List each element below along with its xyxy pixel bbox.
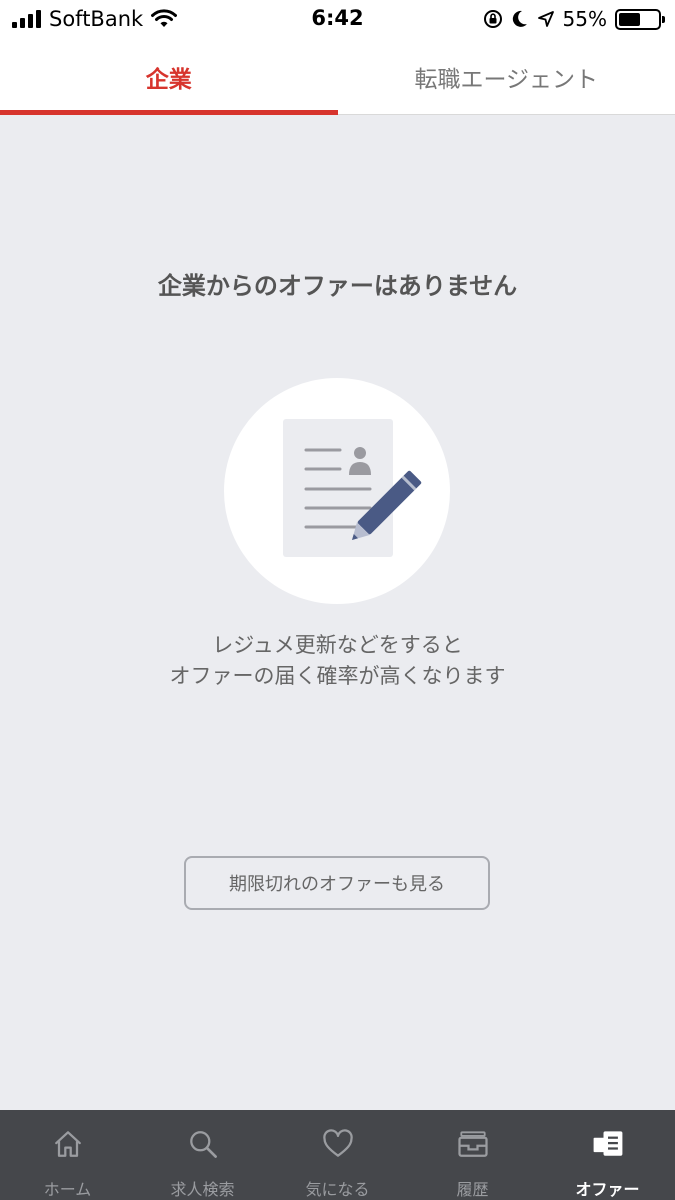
offer-icon (593, 1131, 622, 1156)
description-line-2: オファーの届く確率が高くなります (169, 664, 506, 688)
nav-history[interactable]: 履歴 (405, 1110, 540, 1200)
nav-favorites-label: 気になる (305, 1180, 370, 1199)
tab-company[interactable]: 企業 (0, 40, 338, 115)
search-icon (189, 1131, 217, 1158)
nav-favorites[interactable]: 気になる (270, 1110, 405, 1200)
moon-icon (512, 10, 527, 27)
battery-icon (615, 8, 665, 30)
orientation-lock-icon (483, 10, 502, 28)
heart-icon (322, 1129, 353, 1157)
view-expired-offers-button[interactable]: 期限切れのオファーも見る (184, 856, 490, 910)
history-tray-icon (457, 1131, 488, 1157)
nav-search[interactable]: 求人検索 (135, 1110, 270, 1200)
status-right: 55% (483, 6, 665, 32)
nav-offer[interactable]: オファー (540, 1110, 675, 1200)
tab-bar: 企業 転職エージェント (0, 40, 675, 115)
empty-state-description: レジュメ更新などをすると オファーの届く確率が高くなります (0, 630, 675, 692)
bottom-nav: ホーム 求人検索 気になる 履歴 オファー (0, 1110, 675, 1200)
nav-history-label: 履歴 (456, 1180, 489, 1199)
battery-percent: 55% (562, 7, 607, 31)
location-icon (537, 11, 554, 27)
tab-agent[interactable]: 転職エージェント (338, 40, 675, 114)
nav-home[interactable]: ホーム (0, 1110, 135, 1200)
empty-state-title: 企業からのオファーはありません (157, 272, 518, 300)
resume-with-pen-icon (224, 378, 450, 604)
description-line-1: レジュメ更新などをすると (212, 633, 463, 657)
nav-offer-label: オファー (575, 1180, 640, 1199)
nav-search-label: 求人検索 (170, 1180, 235, 1199)
nav-home-label: ホーム (43, 1180, 92, 1199)
home-icon (54, 1131, 81, 1157)
status-bar: SoftBank 6:42 55% (0, 0, 675, 40)
battery-fill (619, 12, 640, 26)
